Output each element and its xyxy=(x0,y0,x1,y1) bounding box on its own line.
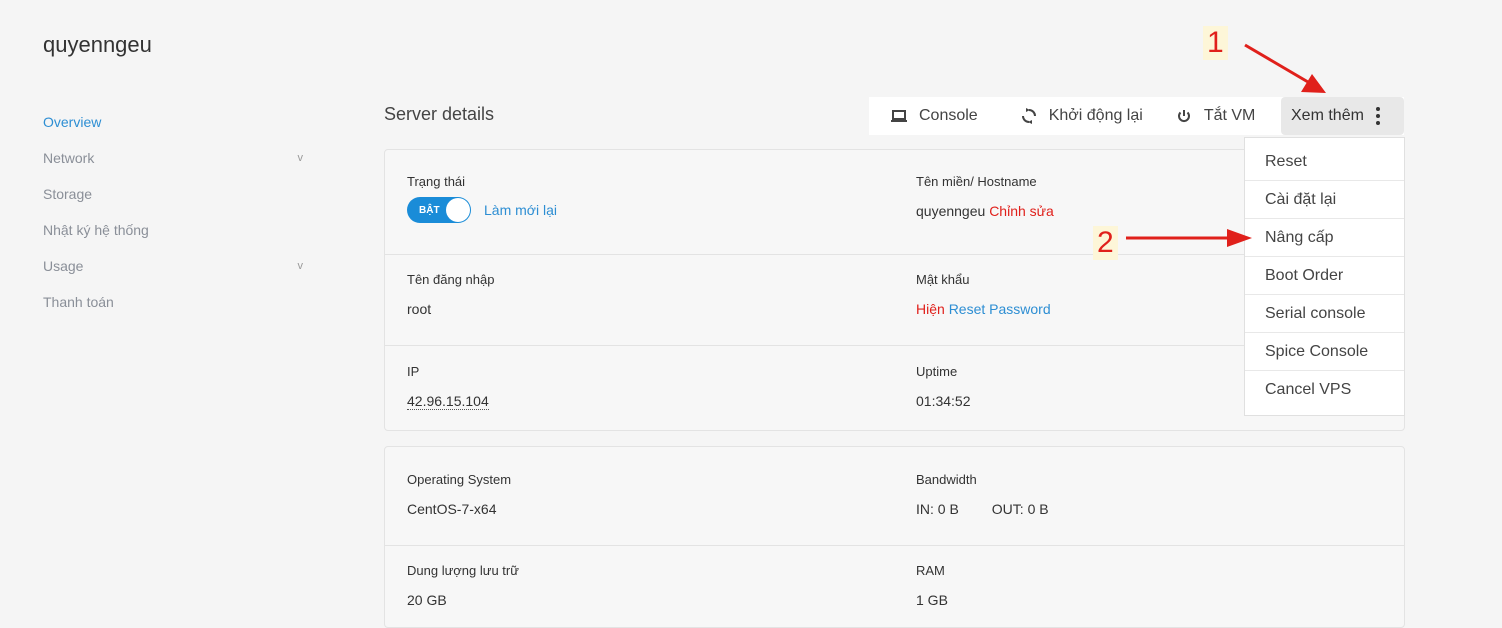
bandwidth-in: IN: 0 B xyxy=(916,501,959,517)
sidebar-item-label: Nhật ký hệ thống xyxy=(43,222,149,238)
username-label: Tên đăng nhập xyxy=(407,272,495,287)
step-marker-2: 2 xyxy=(1093,226,1118,260)
page-title: Server details xyxy=(384,104,495,124)
console-button[interactable]: Console xyxy=(889,97,978,135)
ram-field: RAM 1 GB xyxy=(916,563,948,608)
status-toggle[interactable]: BẬT xyxy=(407,197,471,223)
show-password-link[interactable]: Hiện xyxy=(916,301,945,317)
power-icon xyxy=(1174,108,1194,124)
power-off-button[interactable]: Tắt VM xyxy=(1174,97,1256,135)
arrow-1-head xyxy=(1301,74,1326,93)
password-label: Mật khẩu xyxy=(916,272,970,287)
ip-field: IP 42.96.15.104 xyxy=(407,364,489,410)
specs-row: Operating System CentOS-7-x64 Bandwidth … xyxy=(385,447,1404,546)
sidebar-item-label: Network xyxy=(43,150,95,166)
username-value: root xyxy=(407,301,432,317)
sidebar-item-label: Usage xyxy=(43,258,84,274)
bandwidth-out: OUT: 0 B xyxy=(991,501,1049,517)
step-marker-1: 1 xyxy=(1203,26,1228,60)
username-field: Tên đăng nhập root xyxy=(407,272,494,317)
more-button[interactable]: Xem thêm xyxy=(1281,97,1404,135)
sidebar-item-billing[interactable]: Thanh toán xyxy=(43,284,305,320)
uptime-field: Uptime 01:34:52 xyxy=(916,364,971,409)
more-vertical-icon xyxy=(1375,107,1380,125)
storage-label: Dung lượng lưu trữ xyxy=(407,563,519,578)
menu-item-serial-console[interactable]: Serial console xyxy=(1245,295,1404,333)
menu-item-upgrade[interactable]: Nâng cấp xyxy=(1245,219,1404,257)
password-field: Mật khẩu Hiện Reset Password xyxy=(916,272,1051,317)
refresh-link[interactable]: Làm mới lại xyxy=(484,202,557,218)
menu-item-reinstall[interactable]: Cài đặt lại xyxy=(1245,181,1404,219)
menu-item-reset[interactable]: Reset xyxy=(1245,143,1404,181)
toggle-knob xyxy=(446,198,470,222)
menu-item-boot-order[interactable]: Boot Order xyxy=(1245,257,1404,295)
menu-item-cancel-vps[interactable]: Cancel VPS xyxy=(1245,371,1404,408)
sidebar-item-overview[interactable]: Overview xyxy=(43,104,305,140)
sidebar-item-label: Storage xyxy=(43,186,93,202)
more-label: Xem thêm xyxy=(1291,107,1364,124)
console-label: Console xyxy=(919,107,978,124)
status-field: Trạng thái BẬT Làm mới lại xyxy=(407,174,557,223)
hostname-value: quyenngeu xyxy=(916,203,986,219)
sidebar-nav: Overview Network v Storage Nhật ký hệ thố… xyxy=(43,104,305,320)
uptime-label: Uptime xyxy=(916,364,958,379)
restart-label: Khởi động lại xyxy=(1048,107,1143,124)
more-actions-menu: Reset Cài đặt lại Nâng cấp Boot Order Se… xyxy=(1244,137,1405,416)
laptop-icon xyxy=(889,109,909,123)
server-toolbar: Console Khởi động lại Tắt VM Xem thêm xyxy=(869,97,1404,135)
storage-value: 20 GB xyxy=(407,592,447,608)
sidebar-item-label: Thanh toán xyxy=(43,294,114,310)
sidebar-item-storage[interactable]: Storage xyxy=(43,176,305,212)
sidebar-item-label: Overview xyxy=(43,114,102,130)
os-label: Operating System xyxy=(407,472,512,487)
os-field: Operating System CentOS-7-x64 xyxy=(407,472,511,517)
ram-label: RAM xyxy=(916,563,945,578)
chevron-down-icon: v xyxy=(297,260,304,272)
arrow-1 xyxy=(1244,43,1309,84)
storage-field: Dung lượng lưu trữ 20 GB xyxy=(407,563,519,608)
power-off-label: Tắt VM xyxy=(1203,107,1256,124)
server-name: quyenngeu xyxy=(43,32,152,57)
hostname-label: Tên miền/ Hostname xyxy=(916,174,1037,189)
uptime-value: 01:34:52 xyxy=(916,393,971,409)
hostname-field: Tên miền/ Hostname quyenngeu Chỉnh sửa xyxy=(916,174,1054,219)
refresh-icon xyxy=(1019,108,1039,124)
ip-value[interactable]: 42.96.15.104 xyxy=(407,393,489,410)
bandwidth-label: Bandwidth xyxy=(916,472,977,487)
server-specs-card: Operating System CentOS-7-x64 Bandwidth … xyxy=(384,446,1405,628)
ip-label: IP xyxy=(407,364,420,379)
status-label: Trạng thái xyxy=(407,174,466,189)
toggle-label: BẬT xyxy=(419,204,440,216)
sidebar-item-system-log[interactable]: Nhật ký hệ thống xyxy=(43,212,305,248)
sidebar-item-usage[interactable]: Usage v xyxy=(43,248,305,284)
chevron-down-icon: v xyxy=(297,152,304,164)
restart-button[interactable]: Khởi động lại xyxy=(1019,97,1143,135)
ram-value: 1 GB xyxy=(916,592,948,608)
os-value: CentOS-7-x64 xyxy=(407,501,497,517)
menu-item-spice-console[interactable]: Spice Console xyxy=(1245,333,1404,371)
specs-row: Dung lượng lưu trữ 20 GB RAM 1 GB xyxy=(385,546,1404,627)
edit-hostname-link[interactable]: Chỉnh sửa xyxy=(989,203,1054,219)
reset-password-link[interactable]: Reset Password xyxy=(949,301,1051,317)
sidebar-item-network[interactable]: Network v xyxy=(43,140,305,176)
bandwidth-field: Bandwidth IN: 0 B OUT: 0 B xyxy=(916,472,1049,517)
